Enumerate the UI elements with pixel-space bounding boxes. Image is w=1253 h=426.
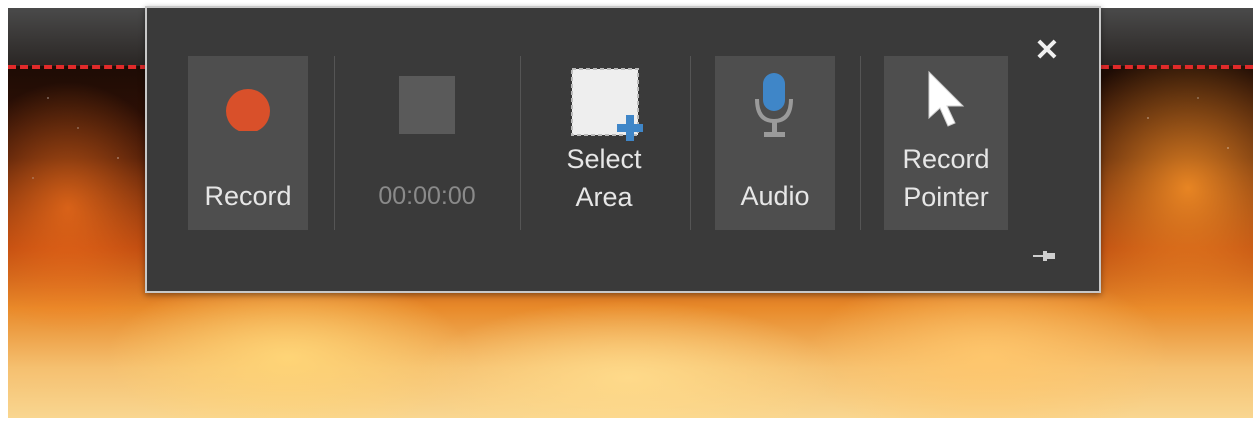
record-button-label: Record (204, 181, 292, 211)
record-button[interactable]: Record (188, 56, 308, 230)
audio-button[interactable]: Audio (715, 56, 835, 230)
mouse-pointer-icon (884, 56, 1008, 142)
select-area-label-line2: Area (575, 182, 633, 212)
screen-recording-toolbar: Record 00:00:00 Select Area Audio Record… (145, 6, 1101, 293)
record-pointer-label-line1: Record (902, 144, 990, 174)
select-area-label: Select Area (566, 140, 641, 216)
pin-icon[interactable] (1033, 248, 1057, 264)
toolbar-divider (860, 56, 861, 230)
toolbar-divider (690, 56, 691, 230)
select-area-label-line1: Select (566, 144, 642, 174)
close-icon[interactable]: ✕ (1032, 36, 1062, 66)
microphone-icon (715, 56, 835, 156)
record-pointer-label: Record Pointer (902, 140, 989, 216)
select-area-button[interactable]: Select Area (539, 56, 669, 230)
record-dot-icon (188, 56, 308, 156)
recording-timer: 00:00:00 (378, 182, 476, 210)
record-pointer-label-line2: Pointer (903, 182, 989, 212)
toolbar-divider (334, 56, 335, 230)
record-pointer-button[interactable]: Record Pointer (884, 56, 1008, 230)
toolbar-divider (520, 56, 521, 230)
stop-button[interactable]: 00:00:00 (352, 56, 502, 230)
audio-button-label: Audio (740, 181, 810, 211)
stop-square-icon (352, 56, 502, 156)
select-area-icon (539, 56, 669, 142)
